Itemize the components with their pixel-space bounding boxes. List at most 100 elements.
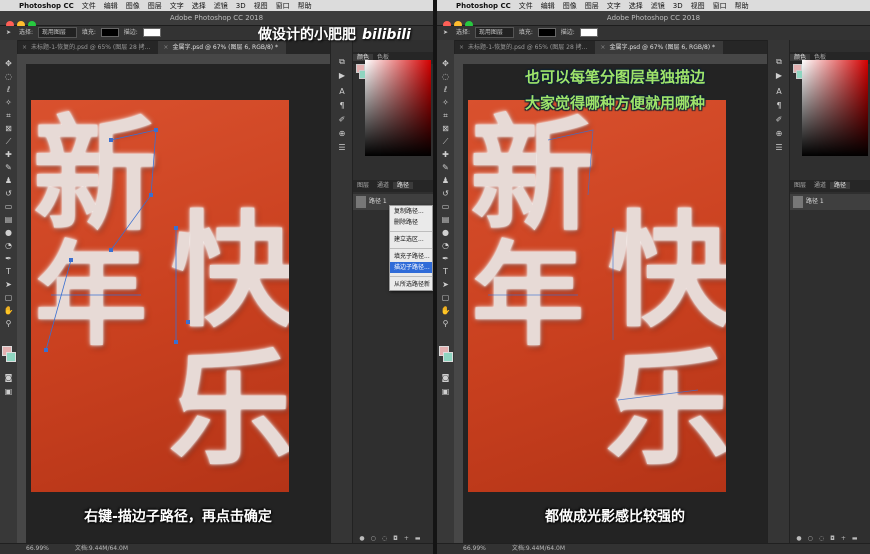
menu-view[interactable]: 视图: [254, 2, 268, 10]
fill-swatch[interactable]: [100, 28, 119, 37]
eraser-tool-icon[interactable]: ▭: [440, 201, 451, 212]
anchor-point[interactable]: [174, 226, 178, 230]
history-panel-icon[interactable]: ⧉: [773, 56, 785, 67]
context-make-selection[interactable]: 建立选区...: [390, 234, 432, 245]
close-tab-icon[interactable]: ×: [22, 44, 27, 51]
history-brush-tool-icon[interactable]: ↺: [3, 188, 14, 199]
anchor-point[interactable]: [186, 320, 190, 324]
anchor-point[interactable]: [109, 248, 113, 252]
zoom-tool-icon[interactable]: ⚲: [440, 318, 451, 329]
path-selection-tool-icon[interactable]: ➤: [3, 279, 14, 290]
lasso-tool-icon[interactable]: ℓ: [440, 84, 451, 95]
marquee-tool-icon[interactable]: ◌: [440, 71, 451, 82]
load-selection-icon[interactable]: ◌: [819, 535, 830, 542]
tab-document-1[interactable]: × 未标题-1-恢复的.psd @ 65% (图层 28 拷...: [454, 41, 595, 54]
hand-tool-icon[interactable]: ✋: [3, 305, 14, 316]
tab-layers[interactable]: 图层: [353, 182, 373, 189]
menu-filter[interactable]: 滤镜: [214, 2, 228, 10]
pen-tool-icon[interactable]: ✒: [440, 253, 451, 264]
close-tab-icon[interactable]: ×: [459, 44, 464, 51]
context-fill-subpath[interactable]: 填充子路径...: [390, 251, 432, 262]
background-color-swatch[interactable]: [6, 352, 16, 362]
clone-source-panel-icon[interactable]: ⊕: [773, 128, 785, 139]
menu-app-name[interactable]: Photoshop CC: [456, 2, 511, 10]
actions-panel-icon[interactable]: ▶: [336, 70, 348, 81]
anchor-point[interactable]: [154, 128, 158, 132]
shape-tool-icon[interactable]: ▢: [3, 292, 14, 303]
gradient-tool-icon[interactable]: ▤: [440, 214, 451, 225]
lasso-tool-icon[interactable]: ℓ: [3, 84, 14, 95]
character-panel-icon[interactable]: A: [336, 86, 348, 97]
clone-source-panel-icon[interactable]: ⊕: [336, 128, 348, 139]
close-tab-icon[interactable]: ×: [163, 44, 168, 51]
actions-panel-icon[interactable]: ▶: [773, 70, 785, 81]
path-select-tool-icon[interactable]: ➤: [6, 26, 11, 40]
menu-help[interactable]: 帮助: [735, 2, 749, 10]
delete-path-icon[interactable]: ▬: [852, 535, 864, 542]
magic-wand-tool-icon[interactable]: ✧: [440, 97, 451, 108]
brush-tool-icon[interactable]: ✎: [440, 162, 451, 173]
brushes-panel-icon[interactable]: ✐: [336, 114, 348, 125]
menu-file[interactable]: 文件: [82, 2, 96, 10]
menu-window[interactable]: 窗口: [276, 2, 290, 10]
tab-layers[interactable]: 图层: [790, 182, 810, 189]
stroke-path-icon[interactable]: ○: [808, 535, 819, 542]
tab-channels[interactable]: 通道: [810, 182, 830, 189]
menu-app-name[interactable]: Photoshop CC: [19, 2, 74, 10]
tab-paths[interactable]: 路径: [393, 182, 414, 189]
tab-document-2[interactable]: × 金属字.psd @ 67% (图层 6, RGB/8) *: [595, 41, 724, 54]
make-mask-icon[interactable]: ◘: [830, 535, 841, 542]
menu-help[interactable]: 帮助: [298, 2, 312, 10]
context-duplicate-path[interactable]: 复制路径...: [390, 206, 432, 217]
color-picker-field[interactable]: [365, 60, 431, 156]
anchor-point[interactable]: [109, 138, 113, 142]
menu-select[interactable]: 选择: [192, 2, 206, 10]
stroke-path-icon[interactable]: ○: [371, 535, 382, 542]
color-picker-field[interactable]: [802, 60, 868, 156]
quick-mask-icon[interactable]: ◙: [3, 372, 14, 383]
background-color-swatch[interactable]: [443, 352, 453, 362]
adjustments-panel-icon[interactable]: ☰: [773, 142, 785, 153]
canvas[interactable]: 新 年 快 乐: [31, 100, 289, 492]
zoom-level[interactable]: 66.99%: [463, 545, 486, 552]
menu-layer[interactable]: 图层: [148, 2, 162, 10]
brush-tool-icon[interactable]: ✎: [3, 162, 14, 173]
paragraph-panel-icon[interactable]: ¶: [336, 100, 348, 111]
make-mask-icon[interactable]: ◘: [393, 535, 404, 542]
new-path-icon[interactable]: +: [404, 535, 415, 542]
eyedropper-tool-icon[interactable]: ⟋: [3, 136, 14, 147]
context-delete-path[interactable]: 删除路径: [390, 217, 432, 228]
crop-tool-icon[interactable]: ⌗: [440, 110, 451, 121]
path-row[interactable]: 路径 1: [790, 194, 870, 210]
zoom-tool-icon[interactable]: ⚲: [3, 318, 14, 329]
history-panel-icon[interactable]: ⧉: [336, 56, 348, 67]
canvas[interactable]: 新 年 快 乐: [468, 100, 726, 492]
paragraph-panel-icon[interactable]: ¶: [773, 100, 785, 111]
menu-type[interactable]: 文字: [170, 2, 184, 10]
screen-mode-icon[interactable]: ▣: [3, 386, 14, 397]
shape-tool-icon[interactable]: ▢: [440, 292, 451, 303]
pen-tool-icon[interactable]: ✒: [3, 253, 14, 264]
gradient-tool-icon[interactable]: ▤: [3, 214, 14, 225]
context-stroke-subpath[interactable]: 描边子路径...: [390, 262, 432, 273]
blur-tool-icon[interactable]: ●: [3, 227, 14, 238]
brushes-panel-icon[interactable]: ✐: [773, 114, 785, 125]
menu-layer[interactable]: 图层: [585, 2, 599, 10]
hand-tool-icon[interactable]: ✋: [440, 305, 451, 316]
new-path-icon[interactable]: +: [841, 535, 852, 542]
menu-3d[interactable]: 3D: [673, 2, 683, 10]
load-selection-icon[interactable]: ◌: [382, 535, 393, 542]
stroke-swatch[interactable]: [579, 28, 598, 37]
stamp-tool-icon[interactable]: ♟: [440, 175, 451, 186]
select-dropdown[interactable]: 现用图层: [37, 27, 77, 38]
magic-wand-tool-icon[interactable]: ✧: [3, 97, 14, 108]
stamp-tool-icon[interactable]: ♟: [3, 175, 14, 186]
quick-mask-icon[interactable]: ◙: [440, 372, 451, 383]
move-tool-icon[interactable]: ✥: [440, 58, 451, 69]
anchor-point[interactable]: [69, 258, 73, 262]
menu-view[interactable]: 视图: [691, 2, 705, 10]
tab-paths[interactable]: 路径: [830, 182, 851, 189]
anchor-point[interactable]: [149, 193, 153, 197]
context-new-from-selected[interactable]: 从所选路径新: [390, 279, 432, 290]
crop-tool-icon[interactable]: ⌗: [3, 110, 14, 121]
